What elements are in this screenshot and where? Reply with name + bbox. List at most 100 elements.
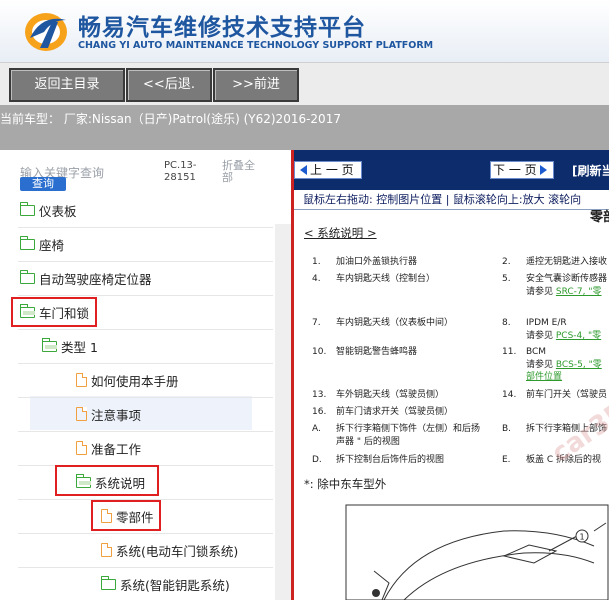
item-text: 车内钥匙天线（仪表板中间）: [336, 318, 454, 328]
home-button[interactable]: 返回主目录: [9, 68, 125, 102]
collapse-all-button[interactable]: 折叠全部: [222, 160, 262, 184]
tree-item-label: 准备工作: [91, 441, 142, 457]
row-divider: [18, 397, 273, 398]
arrow-left-icon: [300, 165, 307, 175]
ref-link[interactable]: PCS-4, "零: [556, 331, 601, 341]
tree-item-label: 注意事项: [91, 407, 142, 423]
folder-open-icon: [42, 337, 57, 352]
item-number: A.: [312, 424, 321, 434]
item-text: 车外钥匙天线（驾驶员侧）: [336, 390, 445, 400]
refresh-link[interactable]: [刷新当: [572, 162, 609, 179]
vehicle-diagram: 1: [345, 504, 609, 600]
tree-item-intelligent-key-system[interactable]: 系统(智能钥匙系统): [101, 567, 230, 600]
item-number: 13.: [312, 390, 327, 400]
item-number: 11.: [502, 347, 517, 357]
item-text: 智能钥匙警告蜂鸣器: [336, 347, 418, 357]
document-page[interactable]: 零部 < 系统说明 > 1. 加油口外盖锁执行器 2. 遥控无钥匙进入接收 4.…: [294, 210, 609, 600]
model-bar: 当前车型： 厂家:Nissan（日产)Patrol(途乐) (Y62)2016-…: [0, 105, 609, 150]
item-number: 5.: [502, 274, 511, 284]
tree-item-label: 系统(智能钥匙系统): [120, 577, 230, 593]
item-number: 7.: [312, 318, 321, 328]
next-page-button[interactable]: 下 一 页: [490, 161, 554, 179]
highlight-box-components: [91, 500, 161, 531]
mouse-hint: 鼠标左右拖动: 控制图片位置 | 鼠标滚轮向上:放大 滚轮向: [294, 190, 609, 210]
tree-item-power-door-lock-system[interactable]: 系统(电动车门锁系统): [101, 533, 238, 567]
doc-title: 零部: [590, 210, 609, 225]
tree-item-auto-seat-positioner[interactable]: 自动驾驶座椅定位器: [20, 261, 152, 295]
arrow-right-icon: [539, 165, 547, 175]
item-number: E.: [502, 455, 511, 465]
platform-subtitle: CHANG YI AUTO MAINTENANCE TECHNOLOGY SUP…: [78, 40, 434, 51]
search-button[interactable]: 查询: [20, 177, 66, 191]
document-icon: [76, 373, 87, 387]
cy-logo-icon: [25, 13, 67, 51]
tree-item-precautions[interactable]: 注意事项: [76, 397, 141, 431]
catalog-panel: 输入关键字查询 查询 PC.13-28151 折叠全部 仪表板 座椅 自动驾驶座…: [0, 150, 291, 600]
tree-item-label: 座椅: [39, 237, 65, 253]
item-ref: 请参见 PCS-4, "零: [526, 330, 601, 342]
pc-code-label: PC.13-28151: [164, 160, 197, 183]
item-text: 拆下控制台后饰件后的视图: [336, 455, 445, 465]
item-number: 1.: [312, 257, 321, 267]
item-number: 14.: [502, 390, 517, 400]
highlight-box-system-description: [55, 465, 159, 496]
item-text: 声器 " 后的视图: [336, 437, 400, 447]
item-text: 拆下行李箱侧下饰件（左侧）和后扬: [336, 424, 481, 434]
note-text: *: 除中东车型外: [304, 477, 387, 491]
folder-icon: [20, 201, 35, 216]
ref-link[interactable]: SRC-7, "零: [556, 287, 602, 297]
item-text: 前车门请求开关（驾驶员侧）: [336, 407, 454, 417]
back-button[interactable]: <<后退.: [126, 68, 212, 102]
viewer-toolbar: 上 一 页 下 一 页 [刷新当: [294, 150, 609, 190]
document-viewer: 上 一 页 下 一 页 [刷新当 鼠标左右拖动: 控制图片位置 | 鼠标滚轮向上…: [294, 150, 609, 600]
ref-prefix: 请参见: [526, 331, 556, 341]
svg-text:1: 1: [580, 533, 585, 542]
tree-item-how-to-use[interactable]: 如何使用本手册: [76, 363, 179, 397]
tree-item-label: 类型 1: [61, 339, 98, 355]
tree-item-instrument-panel[interactable]: 仪表板: [20, 193, 77, 227]
item-text: 车内钥匙天线（控制台）: [336, 274, 436, 284]
item-text: IPDM E/R: [526, 318, 567, 328]
highlight-box-doors-and-locks: [11, 297, 97, 327]
tree-item-label: 系统(电动车门锁系统): [116, 543, 239, 559]
item-number: 4.: [312, 274, 321, 284]
item-number: 16.: [312, 407, 327, 417]
item-text: BCM: [526, 347, 547, 357]
prev-page-label: 上 一 页: [310, 163, 354, 177]
forward-button[interactable]: >>前进: [213, 68, 299, 102]
item-number: B.: [502, 424, 512, 434]
tree-item-seats[interactable]: 座椅: [20, 227, 64, 261]
ref-prefix: 请参见: [526, 360, 556, 370]
item-text: 加油口外盖锁执行器: [336, 257, 418, 267]
tree-item-label: 如何使用本手册: [91, 373, 179, 389]
section-heading: < 系统说明 >: [304, 226, 377, 240]
tree-item-preparation[interactable]: 准备工作: [76, 431, 141, 465]
item-number: 2.: [502, 257, 511, 267]
item-text: 遥控无钥匙进入接收: [526, 257, 608, 267]
item-number: D.: [312, 455, 322, 465]
current-model-label: 当前车型： 厂家:Nissan（日产)Patrol(途乐) (Y62)2016-…: [0, 112, 341, 126]
item-text: 安全气囊诊断传感器: [526, 274, 608, 284]
tree-item-type-1[interactable]: 类型 1: [42, 329, 98, 363]
ref-link[interactable]: 部件位置: [526, 372, 562, 382]
folder-icon: [101, 575, 116, 590]
folder-icon: [20, 269, 35, 284]
document-icon: [76, 441, 87, 455]
platform-title: 畅易汽车维修技术支持平台: [78, 15, 366, 41]
header-banner: 畅易汽车维修技术支持平台 CHANG YI AUTO MAINTENANCE T…: [0, 0, 609, 62]
left-scrollbar[interactable]: [275, 224, 291, 600]
folder-icon: [20, 235, 35, 250]
ref-link[interactable]: BCS-5, "零: [556, 360, 602, 370]
item-text: 前车门开关（驾驶员: [526, 390, 608, 400]
item-ref: 部件位置: [526, 371, 562, 383]
nav-bar: 返回主目录 <<后退. >>前进: [0, 62, 609, 106]
next-page-label: 下 一 页: [493, 163, 537, 177]
tree-item-label: 自动驾驶座椅定位器: [39, 271, 152, 287]
prev-page-button[interactable]: 上 一 页: [294, 161, 362, 179]
item-number: 8.: [502, 318, 511, 328]
ref-prefix: 请参见: [526, 287, 556, 297]
document-icon: [101, 543, 112, 557]
document-icon: [76, 407, 87, 421]
row-divider: [18, 431, 273, 432]
item-number: 10.: [312, 347, 327, 357]
